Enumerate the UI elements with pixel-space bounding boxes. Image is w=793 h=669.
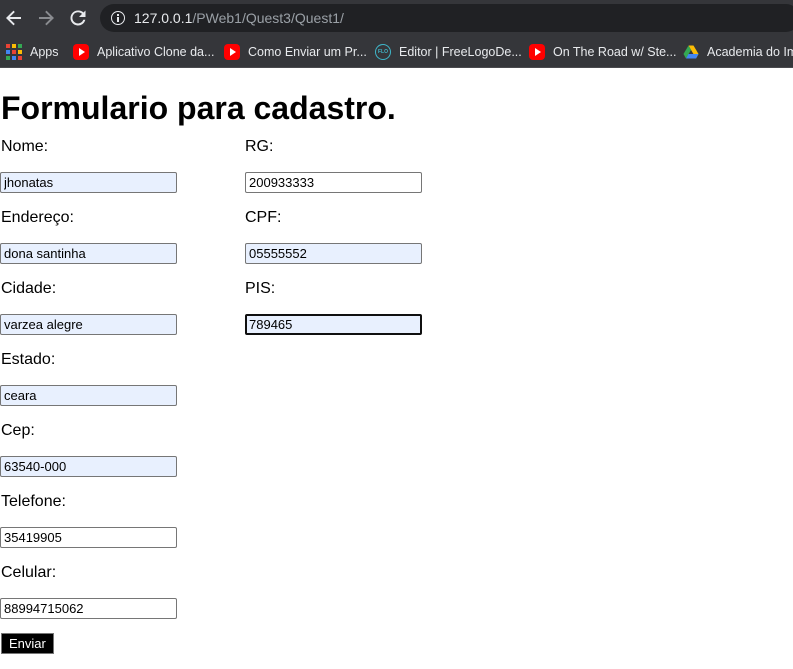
reload-icon[interactable] (66, 6, 90, 30)
cep-label: Cep: (1, 422, 35, 439)
bookmark-label: Editor | FreeLogoDe... (399, 45, 522, 59)
page-title: Formulario para cadastro. (1, 90, 396, 126)
enviar-button[interactable]: Enviar (1, 633, 54, 654)
bookmark-label: Apps (30, 45, 59, 59)
bookmark-label: Como Enviar um Pr... (248, 45, 367, 59)
rg-label: RG: (245, 138, 274, 155)
bookmark-apps[interactable]: Apps (6, 42, 59, 62)
freelogo-icon: FLO (375, 44, 391, 60)
estado-label: Estado: (1, 351, 56, 368)
url-path: /PWeb1/Quest3/Quest1/ (192, 10, 344, 26)
url-host: 127.0.0.1 (134, 10, 193, 26)
bookmark-label: Aplicativo Clone da... (97, 45, 215, 59)
browser-toolbar: 127.0.0.1/PWeb1/Quest3/Quest1/ (0, 0, 793, 36)
bookmark-item[interactable]: On The Road w/ Ste... (529, 42, 676, 62)
youtube-icon (224, 44, 240, 60)
cpf-input[interactable] (245, 243, 422, 264)
bookmark-item[interactable]: Academia do Im (683, 42, 793, 62)
address-bar[interactable]: 127.0.0.1/PWeb1/Quest3/Quest1/ (100, 4, 793, 32)
cpf-label: CPF: (245, 209, 282, 226)
url-text: 127.0.0.1/PWeb1/Quest3/Quest1/ (134, 9, 344, 27)
estado-input[interactable] (0, 385, 177, 406)
bookmark-item[interactable]: Como Enviar um Pr... (224, 42, 367, 62)
info-icon[interactable] (111, 11, 125, 25)
nome-input[interactable] (0, 172, 177, 193)
bookmark-item[interactable]: FLO Editor | FreeLogoDe... (375, 42, 522, 62)
nome-label: Nome: (1, 138, 49, 155)
endereco-input[interactable] (0, 243, 177, 264)
bookmark-label: Academia do Im (707, 45, 793, 59)
youtube-icon (529, 44, 545, 60)
cidade-input[interactable] (0, 314, 177, 335)
bookmarks-bar: Apps Aplicativo Clone da... Como Enviar … (0, 36, 793, 68)
telefone-input[interactable] (0, 527, 177, 548)
endereco-label: Endereço: (1, 209, 74, 226)
rg-input[interactable] (245, 172, 422, 193)
celular-input[interactable] (0, 598, 177, 619)
apps-grid-icon (6, 44, 22, 60)
google-drive-icon (683, 44, 699, 60)
cidade-label: Cidade: (1, 280, 57, 297)
cep-input[interactable] (0, 456, 177, 477)
telefone-label: Telefone: (1, 493, 66, 510)
pis-label: PIS: (245, 280, 276, 297)
back-arrow-icon[interactable] (2, 6, 26, 30)
youtube-icon (73, 44, 89, 60)
celular-label: Celular: (1, 564, 57, 581)
forward-arrow-icon[interactable] (34, 6, 58, 30)
bookmark-item[interactable]: Aplicativo Clone da... (73, 42, 214, 62)
bookmark-label: On The Road w/ Ste... (553, 45, 677, 59)
pis-input[interactable] (245, 314, 422, 335)
